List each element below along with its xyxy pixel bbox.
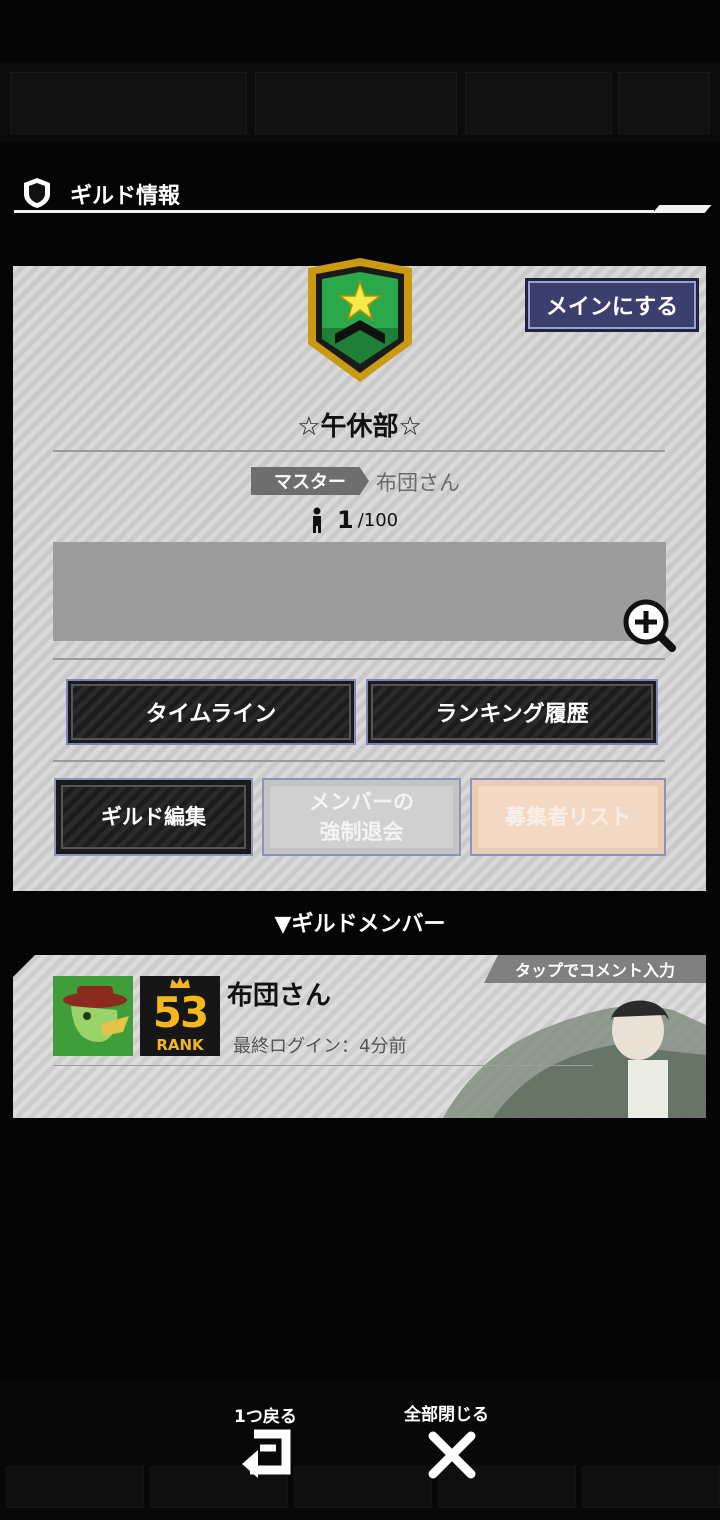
force-leave-button[interactable]: メンバーの 強制退会 [262,778,461,856]
background-nav-tab [6,1466,144,1508]
header-underline-accent [652,205,712,213]
member-last-login: 最終ログイン：4分前 [233,1036,407,1057]
avatar-icon [53,976,133,1056]
background-nav-tab [582,1466,720,1508]
member-name: 布団さん [227,981,332,1011]
background-nav-tab [294,1466,432,1508]
divider [53,450,665,452]
divider [53,1065,593,1066]
ranking-history-button[interactable]: ランキング履歴 [368,681,656,743]
guild-edit-button[interactable]: ギルド編集 [54,778,253,856]
members-section-title: ▼ギルドメンバー [274,912,446,937]
divider [53,760,665,762]
member-rank-number: 53 [152,988,209,1037]
shield-icon [24,178,50,208]
close-icon[interactable] [427,1430,477,1480]
set-main-button[interactable]: メインにする [525,278,699,332]
member-count-current: 1 [337,506,354,534]
recruit-list-button[interactable]: 募集者リスト [470,778,666,856]
page-title: ギルド情報 [70,184,181,209]
member-count-max: /100 [357,510,399,531]
guild-info-panel: メインにする ☆午休部☆ マスター 布団さん 1 /100 タイムライン ランキ… [13,258,706,891]
header-underline [14,210,654,213]
back-label: 1つ戻る [234,1407,297,1427]
member-card[interactable]: タップでコメント入力 53 RANK 布団さん 最終ログイン：4分前 [13,955,706,1118]
background-menu-box [618,72,710,134]
back-arrow-icon[interactable] [240,1428,294,1480]
master-name: 布団さん [376,471,460,495]
divider [53,658,665,660]
person-icon [313,507,321,533]
timeline-button[interactable]: タイムライン [68,681,354,743]
member-avatar [53,976,133,1056]
guild-emblem-icon [308,258,412,382]
background-stamina-box [465,72,612,134]
member-count: 1 /100 [311,507,398,533]
member-rank-badge: 53 RANK [140,976,220,1056]
close-all-label: 全部閉じる [404,1405,489,1425]
background-currency-box [255,72,457,134]
zoom-in-icon[interactable] [620,596,680,656]
guild-name: ☆午休部☆ [297,412,422,442]
master-label: マスター [251,467,369,495]
guild-comment-box [53,542,666,641]
member-rank-label: RANK [156,1036,204,1054]
character-illustration [443,1000,706,1118]
background-player-box [10,72,247,134]
